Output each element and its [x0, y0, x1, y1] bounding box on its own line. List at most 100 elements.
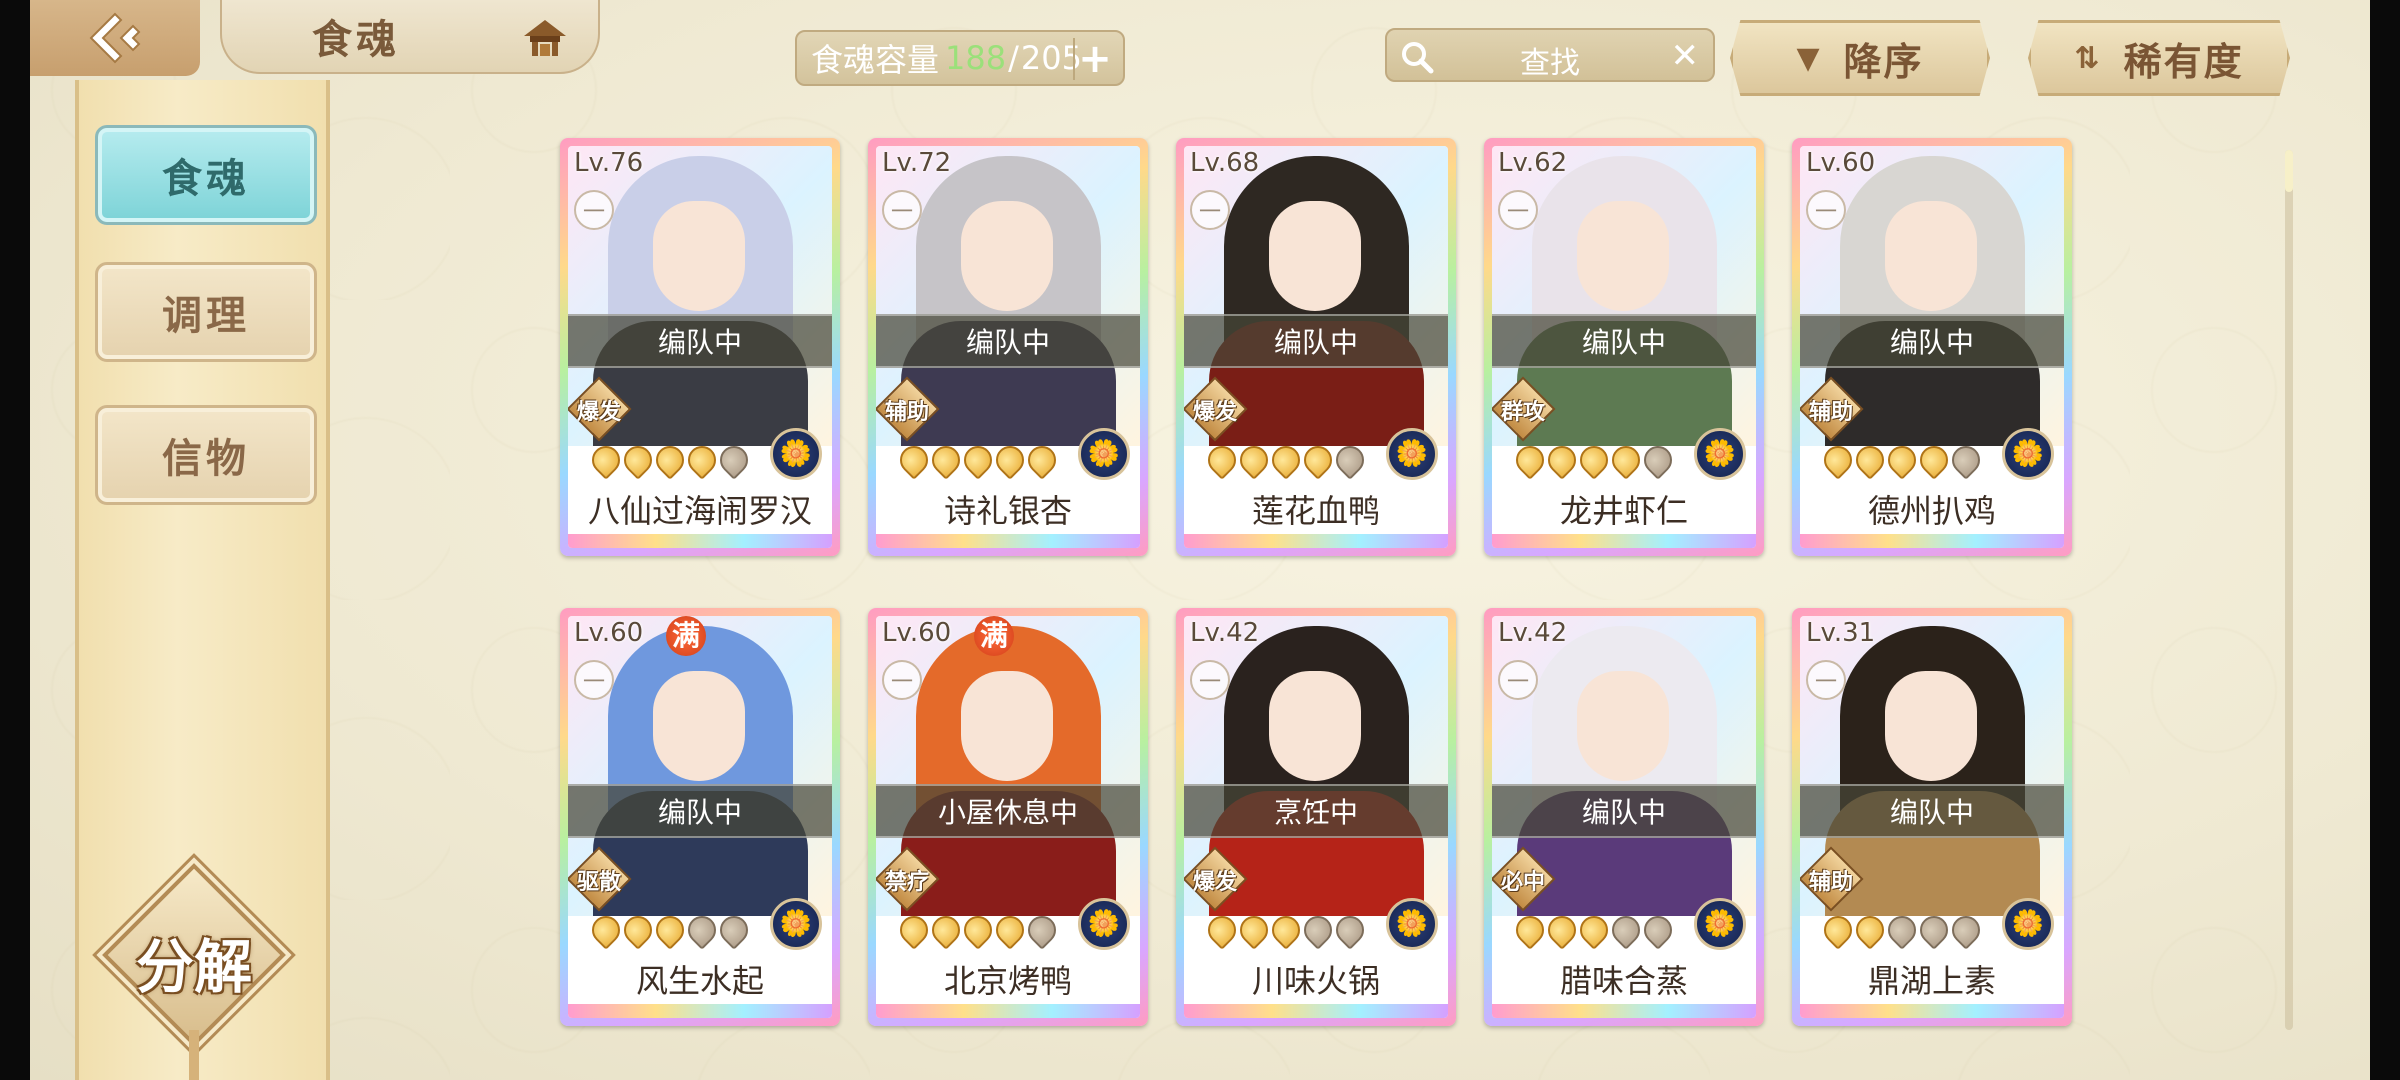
star-icon [990, 440, 1030, 480]
role-label: 驱散 [576, 870, 621, 895]
food-soul-card[interactable]: Lv.60 满 一 小屋休息中 禁疗 🌼 北京烤鸭 [868, 608, 1148, 1026]
star-rating [1510, 440, 1678, 480]
character-face [1577, 671, 1669, 781]
sidebar-item-cooking[interactable]: 调理 [95, 262, 317, 362]
level-label: Lv.72 [882, 148, 952, 178]
star-icon [1850, 440, 1890, 480]
game-screen: 食魂 食魂容量 188 / 205 + 查找 ✕ ▼ 降序 ⇅ 稀有度 食魂 调… [30, 0, 2370, 1080]
role-label: 辅助 [1808, 870, 1853, 895]
rarity-strip [876, 534, 1140, 548]
back-button[interactable] [30, 0, 200, 76]
character-face [653, 201, 745, 311]
food-soul-card[interactable]: Lv.72 一 编队中 辅助 🌼 诗礼银杏 [868, 138, 1148, 556]
food-soul-card[interactable]: Lv.42 一 编队中 必中 🌼 腊味合蒸 [1484, 608, 1764, 1026]
card-name: 风生水起 [635, 962, 764, 1000]
food-soul-card[interactable]: Lv.31 一 编队中 辅助 🌼 鼎湖上素 [1792, 608, 2072, 1026]
food-soul-card[interactable]: Lv.68 一 编队中 爆发 🌼 莲花血鸭 [1176, 138, 1456, 556]
element-icon: 🌼 [1078, 898, 1130, 950]
star-icon [926, 910, 966, 950]
star-rating [586, 910, 754, 950]
card-inner: Lv.60 一 编队中 辅助 🌼 德州扒鸡 [1800, 146, 2064, 548]
tassel-decoration [189, 1030, 199, 1080]
sort-by-button[interactable]: ⇅ 稀有度 [2028, 20, 2290, 96]
star-icon [1234, 440, 1274, 480]
star-icon [1330, 910, 1370, 950]
rarity-strip [876, 1004, 1140, 1018]
star-icon [1202, 440, 1242, 480]
card-name: 莲花血鸭 [1251, 492, 1380, 530]
food-soul-card[interactable]: Lv.42 一 烹饪中 爆发 🌼 川味火锅 [1176, 608, 1456, 1026]
status-banner: 编队中 [568, 784, 832, 838]
bond-icon: 一 [574, 660, 614, 700]
card-name: 鼎湖上素 [1867, 962, 1996, 1000]
element-icon: 🌼 [1386, 898, 1438, 950]
star-icon [682, 910, 722, 950]
role-badge: 必中 [1492, 846, 1558, 912]
star-icon [1914, 910, 1954, 950]
expand-capacity-button[interactable]: + [1073, 36, 1115, 82]
sidebar-item-token[interactable]: 信物 [95, 405, 317, 505]
status-banner: 编队中 [1800, 314, 2064, 368]
character-portrait: Lv.60 满 一 小屋休息中 禁疗 [876, 616, 1140, 916]
dismantle-button[interactable]: 分解 [102, 863, 286, 1080]
star-rating [1202, 440, 1370, 480]
character-portrait: Lv.42 一 编队中 必中 [1492, 616, 1756, 916]
card-inner: Lv.42 一 烹饪中 爆发 🌼 川味火锅 [1184, 616, 1448, 1018]
scrollbar-thumb[interactable] [2285, 150, 2293, 192]
card-inner: Lv.68 一 编队中 爆发 🌼 莲花血鸭 [1184, 146, 1448, 548]
search-input[interactable]: 查找 [1387, 38, 1713, 82]
food-soul-card[interactable]: Lv.76 一 编队中 爆发 🌼 八仙过海闹罗汉 [560, 138, 840, 556]
star-icon [958, 440, 998, 480]
card-name: 腊味合蒸 [1559, 962, 1688, 1000]
page-title: 食魂 [312, 17, 400, 63]
food-soul-card[interactable]: Lv.60 满 一 编队中 驱散 🌼 风生水起 [560, 608, 840, 1026]
star-icon [1266, 910, 1306, 950]
star-rating [586, 440, 754, 480]
character-portrait: Lv.31 一 编队中 辅助 [1800, 616, 2064, 916]
star-icon [1234, 910, 1274, 950]
card-inner: Lv.62 一 编队中 群攻 🌼 龙井虾仁 [1492, 146, 1756, 548]
card-inner: Lv.31 一 编队中 辅助 🌼 鼎湖上素 [1800, 616, 2064, 1018]
pavilion-icon[interactable] [520, 16, 570, 60]
character-portrait: Lv.42 一 烹饪中 爆发 [1184, 616, 1448, 916]
star-rating [894, 440, 1062, 480]
star-icon [958, 910, 998, 950]
rarity-strip [1800, 1004, 2064, 1018]
star-icon [1882, 910, 1922, 950]
character-face [653, 671, 745, 781]
character-face [1885, 671, 1977, 781]
star-icon [990, 910, 1030, 950]
element-icon: 🌼 [1386, 428, 1438, 480]
character-face [1269, 201, 1361, 311]
bond-icon: 一 [1190, 190, 1230, 230]
role-badge: 爆发 [1184, 376, 1250, 442]
star-icon [1882, 440, 1922, 480]
role-badge: 辅助 [876, 376, 942, 442]
star-icon [586, 440, 626, 480]
card-inner: Lv.76 一 编队中 爆发 🌼 八仙过海闹罗汉 [568, 146, 832, 548]
status-banner: 编队中 [1184, 314, 1448, 368]
food-soul-card[interactable]: Lv.60 一 编队中 辅助 🌼 德州扒鸡 [1792, 138, 2072, 556]
sidebar-item-foodsoul[interactable]: 食魂 [95, 125, 317, 225]
close-icon[interactable]: ✕ [1671, 36, 1700, 76]
sidebar-item-label: 食魂 [162, 156, 250, 202]
status-banner: 编队中 [1800, 784, 2064, 838]
food-soul-card[interactable]: Lv.62 一 编队中 群攻 🌼 龙井虾仁 [1484, 138, 1764, 556]
star-icon [1510, 440, 1550, 480]
star-icon [1606, 910, 1646, 950]
bond-icon: 一 [574, 190, 614, 230]
star-icon [618, 910, 658, 950]
search-box[interactable]: 查找 ✕ [1385, 28, 1715, 82]
role-badge: 驱散 [568, 846, 634, 912]
food-soul-grid: Lv.76 一 编队中 爆发 🌼 八仙过海闹罗汉 Lv.72 一 编队中 辅助 … [560, 138, 2080, 1038]
scrollbar[interactable] [2285, 150, 2293, 1030]
sidebar-item-label: 调理 [162, 293, 250, 339]
character-portrait: Lv.72 一 编队中 辅助 [876, 146, 1140, 446]
sort-order-button[interactable]: ▼ 降序 [1730, 20, 1990, 96]
star-icon [1818, 440, 1858, 480]
level-label: Lv.62 [1498, 148, 1568, 178]
level-label: Lv.42 [1498, 618, 1568, 648]
level-label: Lv.68 [1190, 148, 1260, 178]
status-banner: 编队中 [1492, 784, 1756, 838]
star-icon [1510, 910, 1550, 950]
